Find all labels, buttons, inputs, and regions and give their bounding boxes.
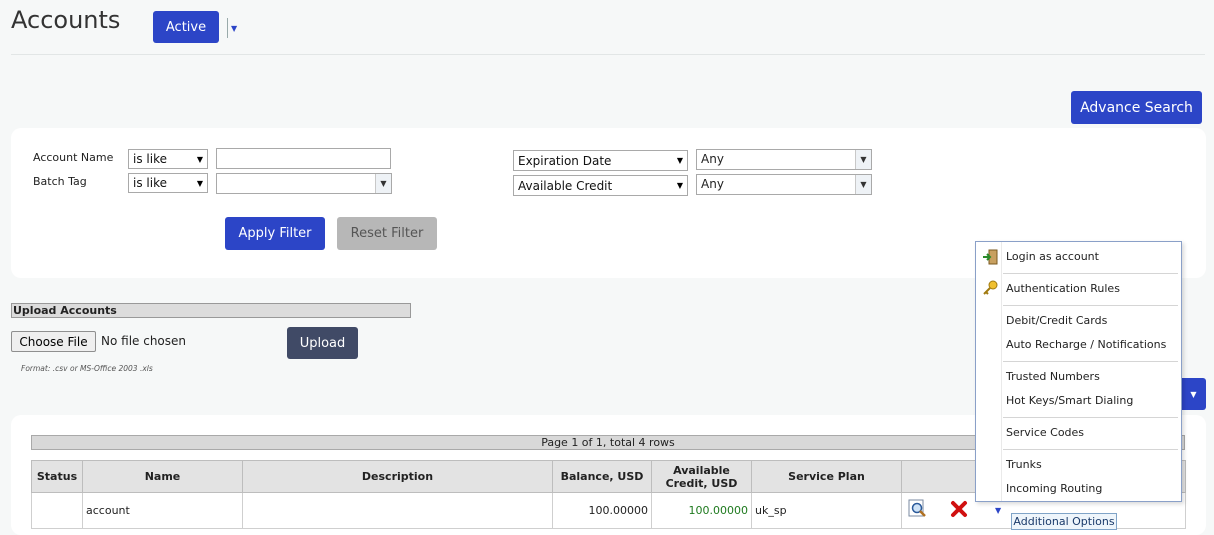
column-header[interactable]: Balance, USD	[552, 460, 652, 493]
menu-item-service-codes[interactable]: Service Codes	[1006, 426, 1084, 439]
service-plan-cell: uk_sp	[751, 492, 902, 529]
credit-value-combo[interactable]: Any ▼	[696, 174, 872, 195]
expiration-value-combo[interactable]: Any ▼	[696, 149, 872, 170]
batch-tag-combo[interactable]: ▼	[216, 173, 392, 194]
menu-separator	[1003, 273, 1178, 274]
credit-field-select[interactable]: Available Credit ▼	[513, 175, 688, 196]
upload-button[interactable]: Upload	[287, 327, 358, 359]
chevron-down-icon: ▼	[196, 178, 203, 188]
upload-accounts-header: Upload Accounts	[11, 303, 411, 318]
apply-filter-button[interactable]: Apply Filter	[225, 217, 325, 250]
expiration-value: Any	[701, 152, 724, 166]
choose-file-button[interactable]: Choose File	[11, 331, 96, 352]
login-icon	[982, 249, 998, 265]
status-filter-button[interactable]: Active	[153, 11, 219, 43]
key-icon	[982, 280, 998, 296]
menu-item-trunks[interactable]: Trunks	[1006, 458, 1042, 471]
credit-value: Any	[701, 177, 724, 191]
menu-separator	[1003, 361, 1178, 362]
account-name-operator-select[interactable]: is like ▼	[128, 149, 208, 169]
menu-item-incoming-routing[interactable]: Incoming Routing	[1006, 482, 1102, 495]
chevron-down-icon: ▼	[1190, 389, 1197, 399]
format-note: Format: .csv or MS-Office 2003 .xls	[21, 364, 153, 373]
row-actions-caret-icon[interactable]: ▼	[995, 506, 1001, 515]
chevron-down-icon: ▼	[676, 181, 683, 190]
actions-dropdown-button[interactable]: ▼	[1181, 378, 1206, 410]
advance-search-button[interactable]: Advance Search	[1071, 91, 1202, 124]
account-name-input[interactable]	[216, 148, 391, 169]
menu-gutter	[1001, 242, 1002, 501]
menu-separator	[1003, 449, 1178, 450]
available-credit-cell: 100.00000	[651, 492, 752, 529]
chevron-down-icon[interactable]: ▼	[855, 175, 871, 194]
status-cell	[31, 492, 83, 529]
no-file-label: No file chosen	[101, 334, 187, 348]
status-dropdown-caret-icon[interactable]: ▼	[227, 18, 239, 38]
delete-icon[interactable]	[950, 500, 968, 521]
column-header[interactable]: Description	[242, 460, 553, 493]
view-icon[interactable]	[908, 499, 928, 522]
batch-tag-operator-select[interactable]: is like ▼	[128, 173, 208, 193]
date-field-select[interactable]: Expiration Date ▼	[513, 150, 688, 171]
column-header[interactable]: Name	[82, 460, 243, 493]
name-cell[interactable]: account	[82, 492, 243, 529]
menu-item-trusted-numbers[interactable]: Trusted Numbers	[1006, 370, 1100, 383]
column-header[interactable]: Status	[31, 460, 83, 493]
balance-cell: 100.00000	[552, 492, 652, 529]
reset-filter-button[interactable]: Reset Filter	[337, 217, 437, 250]
batch-tag-operator-value: is like	[133, 176, 167, 190]
header-divider	[11, 54, 1205, 55]
chevron-down-icon: ▼	[676, 156, 683, 165]
description-cell	[242, 492, 553, 529]
menu-item-hot-keys[interactable]: Hot Keys/Smart Dialing	[1006, 394, 1133, 407]
menu-item-auto-recharge[interactable]: Auto Recharge / Notifications	[1006, 338, 1166, 351]
batch-tag-label: Batch Tag	[33, 175, 87, 188]
chevron-down-icon[interactable]: ▼	[375, 174, 391, 193]
chevron-down-icon[interactable]: ▼	[855, 150, 871, 169]
menu-item-login-as-account[interactable]: Login as account	[1006, 250, 1099, 263]
column-header[interactable]: Service Plan	[751, 460, 902, 493]
account-name-label: Account Name	[33, 151, 114, 164]
menu-item-debit-credit-cards[interactable]: Debit/Credit Cards	[1006, 314, 1107, 327]
credit-field-value: Available Credit	[518, 178, 613, 193]
date-field-value: Expiration Date	[518, 153, 612, 168]
menu-item-authentication-rules[interactable]: Authentication Rules	[1006, 282, 1120, 295]
column-header[interactable]: Available Credit, USD	[651, 460, 752, 493]
additional-options-button[interactable]: Additional Options	[1011, 513, 1117, 530]
menu-separator	[1003, 305, 1178, 306]
additional-options-menu: Login as account Authentication Rules De…	[975, 241, 1182, 502]
chevron-down-icon: ▼	[196, 154, 203, 164]
page-title: Accounts	[11, 6, 121, 34]
account-name-operator-value: is like	[133, 152, 167, 166]
menu-separator	[1003, 417, 1178, 418]
